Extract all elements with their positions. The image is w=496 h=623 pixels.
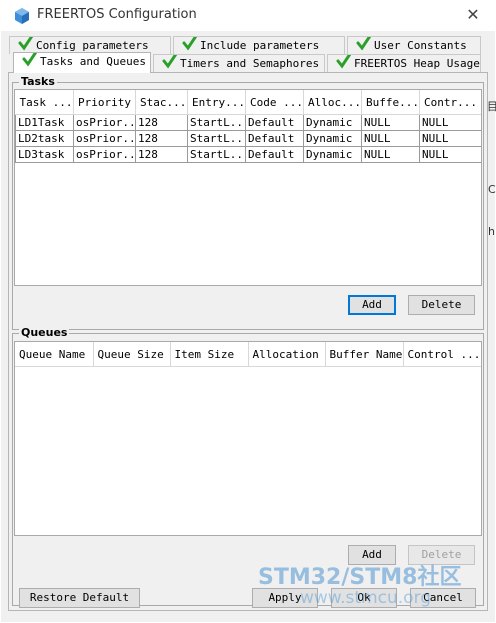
cell-priority[interactable]: osPrior... bbox=[73, 130, 136, 147]
check-icon bbox=[162, 55, 178, 69]
column-header-entry-function[interactable]: Entry... bbox=[187, 90, 246, 115]
close-icon[interactable]: ✕ bbox=[462, 5, 484, 25]
tab-label: Include parameters bbox=[200, 39, 320, 52]
tab-label: User Constants bbox=[374, 39, 467, 52]
cell-stack-size[interactable]: 128 bbox=[135, 114, 188, 131]
column-header-buffer-name[interactable]: Buffe... bbox=[361, 90, 420, 115]
queues-header-row: Queue Name Queue Size Item Size Allocati… bbox=[15, 342, 481, 367]
tasks-grid: Task ... Priority Stac... Entry... Code … bbox=[15, 90, 481, 163]
cell-control-block[interactable]: NULL bbox=[419, 130, 481, 147]
cell-task-name[interactable]: LD3task bbox=[15, 146, 74, 163]
cell-entry-function[interactable]: StartL... bbox=[187, 130, 246, 147]
column-header-control-block[interactable]: Control ... bbox=[403, 342, 481, 367]
tab-tasks-and-queues[interactable]: Tasks and Queues bbox=[13, 52, 151, 73]
tab-label: Tasks and Queues bbox=[40, 55, 146, 68]
tab-include-parameters[interactable]: Include parameters bbox=[173, 36, 345, 54]
tab-label: Config parameters bbox=[36, 39, 149, 52]
check-icon bbox=[18, 37, 34, 51]
tasks-table[interactable]: Task ... Priority Stac... Entry... Code … bbox=[14, 89, 482, 286]
site-watermark: STM32/STM8社区 bbox=[258, 565, 462, 590]
cell-entry-function[interactable]: StartL... bbox=[187, 114, 246, 131]
tasks-and-queues-panel: Tasks Task ... Priority Stac... Entry...… bbox=[8, 72, 488, 611]
table-row[interactable]: LD3task osPrior... 128 StartL... Default… bbox=[15, 146, 481, 163]
column-header-priority[interactable]: Priority bbox=[73, 90, 136, 115]
check-icon bbox=[356, 37, 372, 51]
delete-task-button[interactable]: Delete bbox=[408, 295, 475, 315]
tasks-header-row: Task ... Priority Stac... Entry... Code … bbox=[15, 90, 481, 115]
window-title: FREERTOS Configuration bbox=[37, 7, 197, 22]
cell-code-generation[interactable]: Default bbox=[245, 130, 304, 147]
restore-default-button[interactable]: Restore Default bbox=[19, 588, 140, 608]
cell-allocation[interactable]: Dynamic bbox=[303, 130, 362, 147]
cell-priority[interactable]: osPrior... bbox=[73, 146, 136, 163]
cell-code-generation[interactable]: Default bbox=[245, 146, 304, 163]
dialog-client-area: Config parameters Include parameters Use… bbox=[1, 31, 495, 622]
cell-task-name[interactable]: LD1Task bbox=[15, 114, 74, 131]
table-row[interactable]: LD2task osPrior... 128 StartL... Default… bbox=[15, 130, 481, 147]
column-header-queue-name[interactable]: Queue Name bbox=[15, 342, 94, 367]
tasks-group-title: Tasks bbox=[19, 75, 57, 89]
column-header-task-name[interactable]: Task ... bbox=[15, 90, 74, 115]
column-header-item-size[interactable]: Item Size bbox=[170, 342, 249, 367]
cell-stack-size[interactable]: 128 bbox=[135, 146, 188, 163]
queues-grid: Queue Name Queue Size Item Size Allocati… bbox=[15, 342, 481, 367]
cell-allocation[interactable]: Dynamic bbox=[303, 114, 362, 131]
tab-timers-and-semaphores[interactable]: Timers and Semaphores bbox=[153, 54, 325, 72]
cell-priority[interactable]: osPrior... bbox=[73, 114, 136, 131]
check-icon bbox=[22, 53, 38, 67]
background-window-text: h bbox=[488, 225, 495, 238]
tab-freertos-heap-usage[interactable]: FREERTOS Heap Usage bbox=[327, 54, 481, 72]
tab-label: Timers and Semaphores bbox=[180, 57, 320, 70]
title-bar: FREERTOS Configuration ✕ bbox=[0, 0, 496, 31]
column-header-allocation[interactable]: Allocation bbox=[248, 342, 326, 367]
background-window-text: C bbox=[488, 183, 496, 196]
cell-code-generation[interactable]: Default bbox=[245, 114, 304, 131]
cell-control-block[interactable]: NULL bbox=[419, 146, 481, 163]
background-window-text: 目 bbox=[487, 100, 496, 113]
add-queue-button[interactable]: Add bbox=[348, 545, 396, 565]
queues-group-title: Queues bbox=[19, 326, 70, 340]
column-header-allocation[interactable]: Alloc... bbox=[303, 90, 362, 115]
cell-entry-function[interactable]: StartL... bbox=[187, 146, 246, 163]
column-header-control-block[interactable]: Contr... bbox=[419, 90, 481, 115]
column-header-buffer-name[interactable]: Buffer Name bbox=[325, 342, 404, 367]
cell-buffer-name[interactable]: NULL bbox=[361, 130, 420, 147]
queues-table[interactable]: Queue Name Queue Size Item Size Allocati… bbox=[14, 341, 482, 536]
cell-buffer-name[interactable]: NULL bbox=[361, 114, 420, 131]
cell-task-name[interactable]: LD2task bbox=[15, 130, 74, 147]
column-header-queue-size[interactable]: Queue Size bbox=[93, 342, 171, 367]
column-header-code-generation[interactable]: Code ... bbox=[245, 90, 304, 115]
table-row[interactable]: LD1Task osPrior... 128 StartL... Default… bbox=[15, 114, 481, 131]
cell-allocation[interactable]: Dynamic bbox=[303, 146, 362, 163]
delete-queue-button: Delete bbox=[408, 545, 475, 565]
cube-app-icon bbox=[15, 8, 29, 24]
site-watermark-url: www.stmcu.org bbox=[300, 588, 432, 608]
cell-control-block[interactable]: NULL bbox=[419, 114, 481, 131]
tasks-group: Tasks Task ... Priority Stac... Entry...… bbox=[12, 75, 484, 330]
tab-label: FREERTOS Heap Usage bbox=[354, 57, 480, 70]
check-icon bbox=[336, 55, 352, 69]
column-header-stack-size[interactable]: Stac... bbox=[135, 90, 188, 115]
check-icon bbox=[182, 37, 198, 51]
cell-buffer-name[interactable]: NULL bbox=[361, 146, 420, 163]
cell-stack-size[interactable]: 128 bbox=[135, 130, 188, 147]
add-task-button[interactable]: Add bbox=[348, 295, 396, 315]
tab-user-constants[interactable]: User Constants bbox=[347, 36, 481, 54]
